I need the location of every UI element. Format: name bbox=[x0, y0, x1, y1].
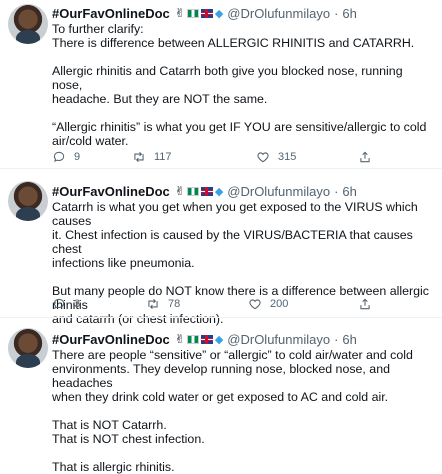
victory-hand-icon: ✌ bbox=[174, 332, 185, 346]
uk-flag-icon bbox=[200, 186, 213, 196]
author-handle[interactable]: @DrOlufunmilayo bbox=[227, 184, 330, 199]
author-handle[interactable]: @DrOlufunmilayo bbox=[227, 6, 330, 21]
nigeria-flag-icon bbox=[186, 334, 199, 344]
retweet-count: 117 bbox=[154, 151, 172, 163]
reply-icon bbox=[53, 298, 65, 310]
retweet-button[interactable]: 78 bbox=[146, 297, 180, 311]
share-icon bbox=[360, 151, 370, 163]
timestamp[interactable]: 6h bbox=[342, 6, 356, 21]
share-icon bbox=[360, 298, 370, 310]
tweet-actions: 9 117 315 bbox=[52, 150, 436, 166]
blue-diamond-icon: ◆ bbox=[214, 185, 224, 198]
text-line: when they drink cold water or get expose… bbox=[52, 390, 389, 404]
nigeria-flag-icon bbox=[186, 8, 199, 18]
name-emojis: ✌ ◆ bbox=[175, 184, 224, 198]
avatar[interactable] bbox=[8, 4, 48, 44]
author-handle[interactable]: @DrOlufunmilayo bbox=[227, 332, 330, 347]
text-line bbox=[52, 446, 436, 460]
retweet-icon bbox=[148, 298, 158, 310]
text-line bbox=[52, 404, 436, 418]
text-line: That is NOT chest infection. bbox=[52, 432, 205, 446]
text-line: Allergic rhinitis and Catarrh both give … bbox=[52, 64, 403, 92]
reply-button[interactable]: 3 bbox=[52, 297, 80, 311]
separator-dot: · bbox=[334, 183, 339, 199]
retweet-button[interactable]: 117 bbox=[132, 150, 172, 164]
author-name[interactable]: #OurFavOnlineDoc bbox=[52, 6, 170, 21]
separator-dot: · bbox=[334, 331, 339, 347]
timestamp[interactable]: 6h bbox=[342, 184, 356, 199]
text-line: “Allergic rhinitis” is what you get IF Y… bbox=[52, 120, 427, 134]
text-line: There are people “sensitive” or “allergi… bbox=[52, 348, 413, 362]
avatar[interactable] bbox=[8, 181, 48, 221]
text-line: Catarrh is what you get when you get exp… bbox=[52, 200, 418, 228]
author-name[interactable]: #OurFavOnlineDoc bbox=[52, 184, 170, 199]
blue-diamond-icon: ◆ bbox=[214, 333, 224, 346]
avatar[interactable] bbox=[8, 328, 48, 368]
text-line: it. Chest infection is caused by the VIR… bbox=[52, 228, 413, 256]
retweet-icon bbox=[134, 151, 144, 163]
victory-hand-icon: ✌ bbox=[174, 6, 185, 20]
tweet-3[interactable]: #OurFavOnlineDoc ✌ ◆ @DrOlufunmilayo · 6… bbox=[0, 318, 442, 474]
tweet-2[interactable]: #OurFavOnlineDoc ✌ ◆ @DrOlufunmilayo · 6… bbox=[0, 169, 442, 326]
text-line: air/cold water. bbox=[52, 134, 129, 148]
reply-count: 3 bbox=[74, 298, 81, 310]
tweet-header: #OurFavOnlineDoc ✌ ◆ @DrOlufunmilayo · 6… bbox=[52, 4, 436, 22]
separator-dot: · bbox=[334, 5, 339, 21]
text-line: That is allergic rhinitis. bbox=[52, 460, 175, 474]
like-count: 315 bbox=[278, 151, 297, 163]
author-name[interactable]: #OurFavOnlineDoc bbox=[52, 332, 170, 347]
name-emojis: ✌ ◆ bbox=[175, 332, 224, 346]
victory-hand-icon: ✌ bbox=[174, 184, 185, 198]
reply-button[interactable]: 9 bbox=[52, 150, 80, 164]
text-line bbox=[52, 106, 436, 120]
like-button[interactable]: 200 bbox=[248, 297, 288, 311]
tweet-text: There are people “sensitive” or “allergi… bbox=[52, 348, 436, 474]
share-button[interactable] bbox=[358, 297, 372, 311]
text-line bbox=[52, 270, 436, 284]
text-line: environments. They develop running nose,… bbox=[52, 362, 390, 390]
timestamp[interactable]: 6h bbox=[342, 332, 356, 347]
name-emojis: ✌ ◆ bbox=[175, 6, 224, 20]
text-line: To further clarify: bbox=[52, 22, 144, 36]
tweet-1[interactable]: #OurFavOnlineDoc ✌ ◆ @DrOlufunmilayo · 6… bbox=[0, 0, 442, 168]
like-count: 200 bbox=[270, 298, 289, 310]
text-line: headache. But they are NOT the same. bbox=[52, 92, 268, 106]
heart-icon bbox=[249, 299, 261, 310]
reply-icon bbox=[53, 151, 65, 163]
nigeria-flag-icon bbox=[186, 186, 199, 196]
tweet-actions: 3 78 200 bbox=[52, 297, 436, 313]
tweet-text: To further clarify: There is difference … bbox=[52, 22, 436, 148]
uk-flag-icon bbox=[200, 334, 213, 344]
tweet-header: #OurFavOnlineDoc ✌ ◆ @DrOlufunmilayo · 6… bbox=[52, 182, 436, 200]
text-line: infections like pneumonia. bbox=[52, 256, 195, 270]
uk-flag-icon bbox=[200, 8, 213, 18]
text-line: There is difference between ALLERGIC RHI… bbox=[52, 36, 415, 50]
retweet-count: 78 bbox=[168, 298, 181, 310]
share-button[interactable] bbox=[358, 150, 372, 164]
like-button[interactable]: 315 bbox=[256, 150, 296, 164]
tweet-header: #OurFavOnlineDoc ✌ ◆ @DrOlufunmilayo · 6… bbox=[52, 330, 436, 348]
text-line: That is NOT Catarrh. bbox=[52, 418, 167, 432]
text-line bbox=[52, 50, 436, 64]
reply-count: 9 bbox=[74, 151, 81, 163]
heart-icon bbox=[257, 152, 269, 163]
blue-diamond-icon: ◆ bbox=[214, 7, 224, 20]
